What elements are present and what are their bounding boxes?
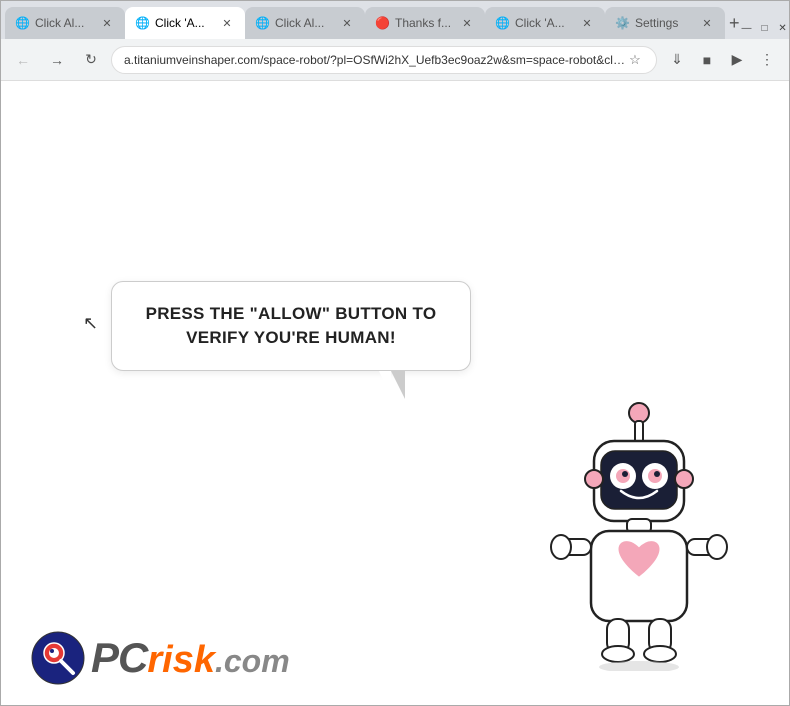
tab-1-favicon: 🌐 bbox=[15, 16, 29, 30]
tab-2-favicon: 🌐 bbox=[135, 16, 149, 30]
page-content: ↖ PRESS THE "ALLOW" BUTTON TO VERIFY YOU… bbox=[1, 81, 789, 705]
tab-3-close[interactable]: ✕ bbox=[339, 15, 355, 31]
tab-5-close[interactable]: ✕ bbox=[579, 15, 595, 31]
tab-4-close[interactable]: ✕ bbox=[459, 15, 475, 31]
tab-6[interactable]: ⚙️ Settings ✕ bbox=[605, 7, 725, 39]
tab-1[interactable]: 🌐 Click Al... ✕ bbox=[5, 7, 125, 39]
pcrisk-pc: PC bbox=[91, 634, 147, 682]
tab-3-favicon: 🌐 bbox=[255, 16, 269, 30]
tab-2-label: Click 'A... bbox=[155, 16, 213, 30]
pcrisk-risk: risk bbox=[147, 639, 215, 682]
tab-bar: 🌐 Click Al... ✕ 🌐 Click 'A... ✕ 🌐 Click … bbox=[1, 1, 789, 39]
tab-5-label: Click 'A... bbox=[515, 16, 573, 30]
pcrisk-text: PCrisk.com bbox=[91, 634, 290, 682]
back-button[interactable]: ← bbox=[9, 46, 37, 74]
cursor-arrow: ↖ bbox=[83, 313, 98, 334]
tab-4-label: Thanks f... bbox=[395, 16, 453, 30]
speech-bubble-container: PRESS THE "ALLOW" BUTTON TO VERIFY YOU'R… bbox=[111, 281, 471, 371]
window-controls: — □ ✕ bbox=[740, 21, 790, 39]
tab-4-favicon: 🔴 bbox=[375, 16, 389, 30]
tab-5-favicon: 🌐 bbox=[495, 16, 509, 30]
menu-icon[interactable]: ⋮ bbox=[753, 46, 781, 74]
tab-6-favicon: ⚙️ bbox=[615, 16, 629, 30]
extension-icon[interactable]: ■ bbox=[693, 46, 721, 74]
download-icon[interactable]: ⇓ bbox=[663, 46, 691, 74]
minimize-button[interactable]: — bbox=[740, 21, 754, 35]
pcrisk-domain: .com bbox=[215, 643, 290, 680]
url-text: a.titaniumveinshaper.com/space-robot/?pl… bbox=[124, 53, 626, 67]
profile-icon[interactable]: ▶ bbox=[723, 46, 751, 74]
forward-button[interactable]: → bbox=[43, 46, 71, 74]
url-icons: ☆ bbox=[626, 51, 644, 69]
pcrisk-logo: PCrisk.com bbox=[31, 631, 290, 685]
url-bar[interactable]: a.titaniumveinshaper.com/space-robot/?pl… bbox=[111, 46, 657, 74]
browser-window: 🌐 Click Al... ✕ 🌐 Click 'A... ✕ 🌐 Click … bbox=[0, 0, 790, 706]
tab-6-label: Settings bbox=[635, 16, 693, 30]
tab-3-label: Click Al... bbox=[275, 16, 333, 30]
robot-svg bbox=[539, 391, 739, 671]
tab-4[interactable]: 🔴 Thanks f... ✕ bbox=[365, 7, 485, 39]
tab-5[interactable]: 🌐 Click 'A... ✕ bbox=[485, 7, 605, 39]
toolbar-icons: ⇓ ■ ▶ ⋮ bbox=[663, 46, 781, 74]
address-bar: ← → ↻ a.titaniumveinshaper.com/space-rob… bbox=[1, 39, 789, 81]
speech-bubble-text: PRESS THE "ALLOW" BUTTON TO VERIFY YOU'R… bbox=[146, 304, 437, 347]
tab-2[interactable]: 🌐 Click 'A... ✕ bbox=[125, 7, 245, 39]
bookmark-icon[interactable]: ☆ bbox=[626, 51, 644, 69]
tab-2-close[interactable]: ✕ bbox=[219, 15, 235, 31]
tab-6-close[interactable]: ✕ bbox=[699, 15, 715, 31]
new-tab-button[interactable]: + bbox=[729, 9, 740, 37]
speech-bubble: PRESS THE "ALLOW" BUTTON TO VERIFY YOU'R… bbox=[111, 281, 471, 371]
tab-3[interactable]: 🌐 Click Al... ✕ bbox=[245, 7, 365, 39]
robot-figure bbox=[539, 391, 739, 671]
close-button[interactable]: ✕ bbox=[776, 21, 790, 35]
tab-1-close[interactable]: ✕ bbox=[99, 15, 115, 31]
reload-button[interactable]: ↻ bbox=[77, 46, 105, 74]
tab-1-label: Click Al... bbox=[35, 16, 93, 30]
maximize-button[interactable]: □ bbox=[758, 21, 772, 35]
pcrisk-logo-icon bbox=[31, 631, 85, 685]
